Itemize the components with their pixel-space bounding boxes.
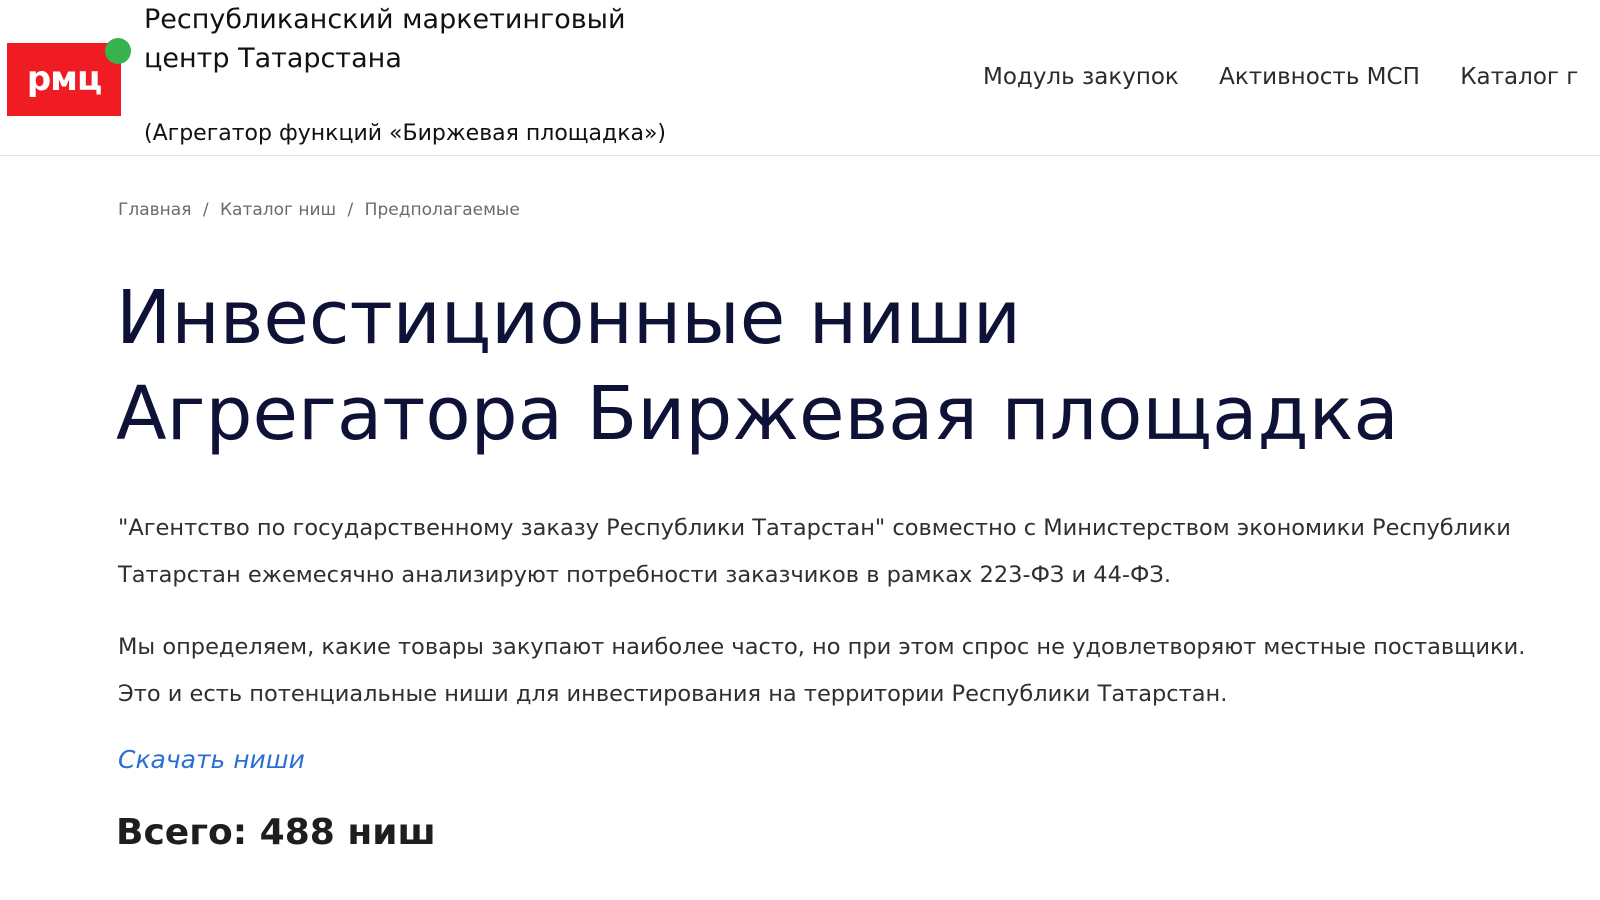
page-title: Инвестиционные ниши Агрегатора Биржевая … <box>116 270 1536 462</box>
rmc-logo[interactable]: рмц <box>7 43 121 116</box>
breadcrumb-niche-catalog[interactable]: Каталог ниш <box>220 200 336 220</box>
intro-paragraph-2: Мы определяем, какие товары закупают наи… <box>118 634 1526 707</box>
page-title-line-1: Инвестиционные ниши <box>116 275 1022 361</box>
org-subtitle: (Агрегатор функций «Биржевая площадка») <box>144 121 667 146</box>
logo-green-dot-icon <box>105 38 131 64</box>
download-niches-link[interactable]: Скачать ниши <box>118 745 305 774</box>
nav-item-catalog[interactable]: Каталог г <box>1460 60 1578 94</box>
breadcrumb-separator: / <box>347 200 354 220</box>
breadcrumb-current: Предполагаемые <box>364 200 520 220</box>
breadcrumb: Главная / Каталог ниш / Предполагаемые <box>118 200 520 220</box>
intro-paragraph-1: "Агентство по государственному заказу Ре… <box>118 515 1511 588</box>
site-header: рмц Республиканский маркетинговый центр … <box>0 0 1600 156</box>
nav-item-sme-activity[interactable]: Активность МСП <box>1219 60 1420 94</box>
org-name: Республиканский маркетинговый центр Тата… <box>144 4 626 74</box>
nav-item-procurement-module[interactable]: Модуль закупок <box>983 60 1179 94</box>
main-nav: Модуль закупок Активность МСП Каталог г <box>983 60 1600 94</box>
breadcrumb-separator: / <box>202 200 209 220</box>
breadcrumb-home[interactable]: Главная <box>118 200 191 220</box>
page-title-line-2: Агрегатора Биржевая площадка <box>116 371 1399 457</box>
total-niches-count: Всего: 488 ниш <box>116 812 436 853</box>
